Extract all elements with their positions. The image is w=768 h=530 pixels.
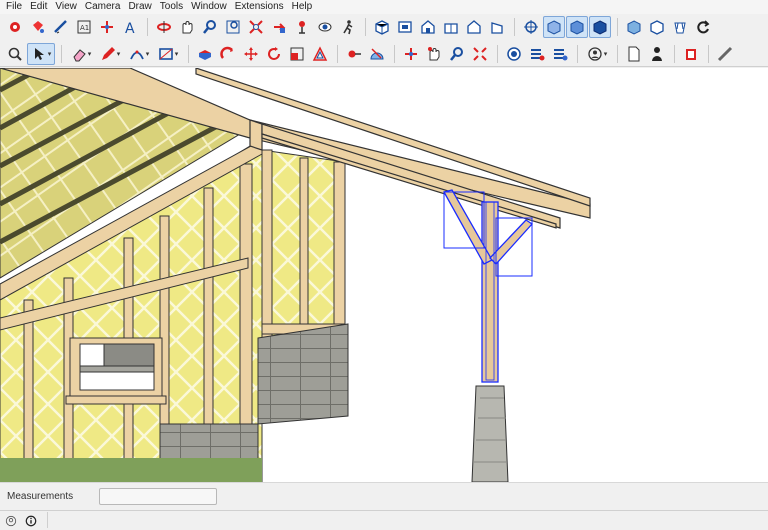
zoom-extents-icon[interactable] (469, 43, 491, 65)
toolbar-separator (61, 44, 62, 63)
window-opening (65, 337, 167, 405)
model-canvas[interactable] (0, 68, 768, 482)
menu-extensions[interactable]: Extensions (231, 0, 288, 14)
svg-text:A: A (125, 21, 135, 35)
toolbar-separator (617, 18, 618, 36)
text-label-icon[interactable]: A (119, 16, 141, 38)
solid-subtract-icon[interactable] (549, 43, 571, 65)
left-view-icon[interactable] (486, 16, 508, 38)
move-icon[interactable] (240, 43, 262, 65)
previous-view-icon[interactable] (268, 16, 290, 38)
info-icon[interactable] (24, 514, 38, 528)
status-bar (0, 510, 768, 530)
rectangle-icon[interactable]: ▾ (154, 43, 182, 65)
select-icon[interactable]: ▾ (27, 42, 55, 65)
toolbar-separator (617, 44, 618, 63)
front-view-icon[interactable] (417, 16, 439, 38)
follow-me-icon[interactable] (217, 43, 239, 65)
top-toolbar: A1 A (0, 14, 768, 40)
hidden-line-icon[interactable] (623, 16, 645, 38)
axes-icon[interactable] (400, 43, 422, 65)
warehouse-icon[interactable] (680, 43, 702, 65)
zoom-extents-icon[interactable] (245, 16, 267, 38)
measurements-input[interactable] (99, 488, 217, 505)
geo-location-icon[interactable] (4, 514, 18, 528)
model-viewport[interactable] (0, 68, 768, 482)
eraser-icon[interactable]: ▾ (67, 43, 95, 65)
side-wall (261, 149, 346, 341)
scale-icon[interactable] (286, 43, 308, 65)
look-around-icon[interactable] (314, 16, 336, 38)
section-plane-icon[interactable] (96, 16, 118, 38)
right-view-icon[interactable] (440, 16, 462, 38)
iso-view-icon[interactable] (371, 16, 393, 38)
toolbar-separator (708, 44, 709, 63)
toolbar-separator (514, 18, 515, 36)
menu-draw[interactable]: Draw (124, 0, 155, 14)
refresh-icon[interactable] (692, 16, 714, 38)
shaded-icon[interactable] (646, 16, 668, 38)
zoom-icon[interactable] (446, 43, 468, 65)
tape-measure-icon[interactable] (50, 16, 72, 38)
measurements-label: Measurements (7, 491, 74, 502)
xray-icon[interactable] (543, 16, 565, 38)
extension-icon[interactable] (714, 43, 736, 65)
search-icon[interactable] (4, 43, 26, 65)
person-icon[interactable] (646, 43, 668, 65)
offset-icon[interactable] (309, 43, 331, 65)
zoom-icon[interactable] (199, 16, 221, 38)
concrete-pier (471, 385, 509, 482)
outer-shell-icon[interactable] (503, 43, 525, 65)
user-account-icon[interactable]: ▾ (583, 43, 611, 65)
protractor-icon[interactable] (366, 43, 388, 65)
menu-tools[interactable]: Tools (156, 0, 187, 14)
toolbar-separator (188, 44, 189, 63)
arc-icon[interactable]: ▾ (125, 43, 153, 65)
pan-icon[interactable] (176, 16, 198, 38)
back-edges-icon[interactable] (566, 16, 588, 38)
selected-post[interactable] (443, 189, 533, 383)
toolbar-separator (337, 44, 338, 63)
menu-edit[interactable]: Edit (26, 0, 51, 14)
back-view-icon[interactable] (463, 16, 485, 38)
wireframe-icon[interactable] (589, 16, 611, 38)
toolbar-separator (365, 18, 366, 36)
walk-icon[interactable] (337, 16, 359, 38)
new-file-icon[interactable] (623, 43, 645, 65)
rotate-icon[interactable] (263, 43, 285, 65)
menu-view[interactable]: View (51, 0, 81, 14)
make-component-icon[interactable] (4, 16, 26, 38)
toolbar-separator (394, 44, 395, 63)
top-view-icon[interactable] (394, 16, 416, 38)
push-pull-icon[interactable] (194, 43, 216, 65)
orbit-icon[interactable] (423, 43, 445, 65)
toolbar-separator (674, 44, 675, 63)
orbit-icon[interactable] (153, 16, 175, 38)
measurements-bar: Measurements (0, 482, 768, 510)
menu-help[interactable]: Help (288, 0, 317, 14)
zoom-window-icon[interactable] (222, 16, 244, 38)
toolbar-separator (577, 44, 578, 63)
3d-text-icon[interactable]: A1 (73, 16, 95, 38)
pencil-icon[interactable]: ▾ (96, 43, 124, 65)
position-camera-icon[interactable] (291, 16, 313, 38)
toolbar-separator (147, 18, 148, 36)
svg-text:A1: A1 (80, 24, 89, 32)
menu-file[interactable]: File (0, 0, 26, 14)
paint-bucket-icon[interactable] (27, 16, 49, 38)
solid-union-icon[interactable] (526, 43, 548, 65)
tape-icon[interactable] (343, 43, 365, 65)
toolbar-separator (497, 44, 498, 63)
menu-bar: File Edit View Camera Draw Tools Window … (0, 0, 768, 14)
perspective-icon[interactable] (520, 16, 542, 38)
status-separator (47, 512, 48, 528)
menu-camera[interactable]: Camera (81, 0, 125, 14)
shaded-textures-icon[interactable] (669, 16, 691, 38)
menu-window[interactable]: Window (187, 0, 231, 14)
drawing-toolbar: ▾ ▾ ▾ ▾ ▾ ▾ (0, 41, 768, 67)
